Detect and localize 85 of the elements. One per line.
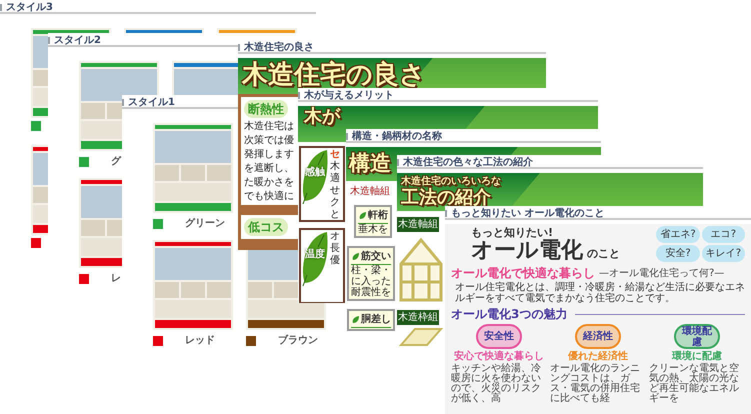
color-swatch[interactable] <box>153 336 163 346</box>
leaf-label: 温度 <box>305 249 325 260</box>
leaf-icon <box>351 315 360 324</box>
panel-text: せ <box>330 185 340 197</box>
color-swatch[interactable] <box>153 218 163 228</box>
color-swatch[interactable] <box>31 238 41 248</box>
part-name: 軒桁 <box>368 208 388 223</box>
panel-heading: 低コス <box>244 218 288 236</box>
leaf-icon <box>351 252 360 261</box>
part-text: 垂木を <box>358 224 388 235</box>
banner-title: 工法の紹介 <box>400 188 491 207</box>
kicker: もっと知りたい! <box>470 226 554 239</box>
leaf-label: 感触 <box>305 167 325 178</box>
color-swatch[interactable] <box>31 121 41 131</box>
part-text: 耐震性を <box>351 287 391 298</box>
leaf-icon <box>358 211 367 220</box>
title-marker-icon <box>238 44 240 50</box>
leaf-icon <box>302 231 328 287</box>
title-marker-icon <box>298 92 300 98</box>
panel-heading: セ <box>330 149 340 160</box>
panel-text: 長 <box>330 243 340 255</box>
section-title: 木が与えるメリット <box>304 90 394 100</box>
style-label: グリーン <box>185 217 225 231</box>
section-title: 木造住宅の良さ <box>244 42 314 52</box>
title-marker-icon <box>122 98 124 106</box>
color-swatch[interactable] <box>79 274 89 284</box>
panel-text: 木造住宅は <box>244 121 294 132</box>
feature-heading: 安心で快適な暮らし <box>454 349 544 363</box>
feature-heading: 環境に配慮 <box>672 349 722 363</box>
title-marker-icon <box>397 158 399 166</box>
panel-text: 木 <box>330 161 340 172</box>
headline: オール電化 <box>471 239 583 262</box>
lead-subheading: —オール電化住宅って何?— <box>599 266 724 280</box>
subtitle: 木造軸組 <box>349 184 390 199</box>
part-name: 筋交い <box>361 249 391 264</box>
color-swatch[interactable] <box>246 336 256 346</box>
part-text: に入った <box>351 276 391 287</box>
panel-text: と <box>330 209 340 221</box>
thought-bubble: エコ? <box>702 226 745 243</box>
panel-text: でも快適に <box>244 191 294 202</box>
headline-suffix: のこと <box>587 246 620 262</box>
feature-heading: 優れた経済性 <box>568 349 628 363</box>
section-title: 木造住宅の色々な工法の紹介 <box>403 156 533 168</box>
banner-title: 木が <box>302 106 340 127</box>
color-swatch[interactable] <box>79 156 89 166</box>
thought-bubble: 省エネ? <box>656 226 700 243</box>
panel-text: 発揮します <box>244 149 294 160</box>
section-title: スタイル2 <box>54 34 101 46</box>
style-label: ブラウン <box>278 334 318 348</box>
floor-panel-drawing <box>399 327 443 347</box>
part-name: 胴差し <box>361 312 391 327</box>
leaf-icon <box>302 149 328 205</box>
panel-text: を遮断し、 <box>244 163 294 174</box>
thought-bubble: 安全? <box>656 245 700 262</box>
intro-text: オール住宅電化とは、調理・冷暖房・給湯など生活に必要なエネルギーをすべて電気でまかなう住宅のことです。 <box>454 282 745 304</box>
title-marker-icon <box>0 4 2 10</box>
section-title: スタイル3 <box>6 2 53 12</box>
style-label: グ <box>111 155 121 169</box>
section-title: スタイル1 <box>128 96 175 108</box>
feature-text: キッチンや給湯、冷暖房に火を使わないので、火災のリスクが低く、高 <box>451 364 542 404</box>
feature-text: クリーンな電気と空気の熱、太陽の光など再生可能なエネルギーを <box>649 364 740 404</box>
panel-text: ク <box>330 197 340 209</box>
lead-heading: オール電化で快適な暮らし <box>451 265 595 282</box>
panel-text: た暖かさを <box>244 177 294 188</box>
panel-text: 次策では優 <box>244 135 294 146</box>
title-marker-icon <box>48 36 50 44</box>
section-title: もっと知りたい オール電化のこと <box>451 208 604 218</box>
banner-title: 構造 <box>348 150 391 175</box>
panel-text: 優 <box>330 255 340 267</box>
panel-heading: 断熱性 <box>244 100 288 118</box>
section-title: 構造・鍋柄材の名称 <box>352 130 442 142</box>
style-label: レ <box>111 272 121 286</box>
feature-text: オール電化のランニングコストは、ガス・電気の併用住宅に比べても経 <box>550 364 641 404</box>
title-marker-icon <box>445 210 447 216</box>
method-label: 木造枠組 <box>397 310 439 325</box>
part-text: 柱・梁・ <box>351 265 391 276</box>
thought-bubble: キレイ? <box>702 245 745 262</box>
title-marker-icon <box>346 132 348 140</box>
panel-text: オ <box>330 231 340 243</box>
banner-title: 木造住宅の良さ <box>240 59 426 90</box>
method-label: 木造軸組 <box>397 217 439 232</box>
banner-kicker: 木造住宅のいろいろな <box>401 176 501 188</box>
style-label: レッド <box>185 334 215 348</box>
panel-text: 適 <box>330 173 340 185</box>
section-heading: オール電化3つの魅力 <box>451 306 568 323</box>
